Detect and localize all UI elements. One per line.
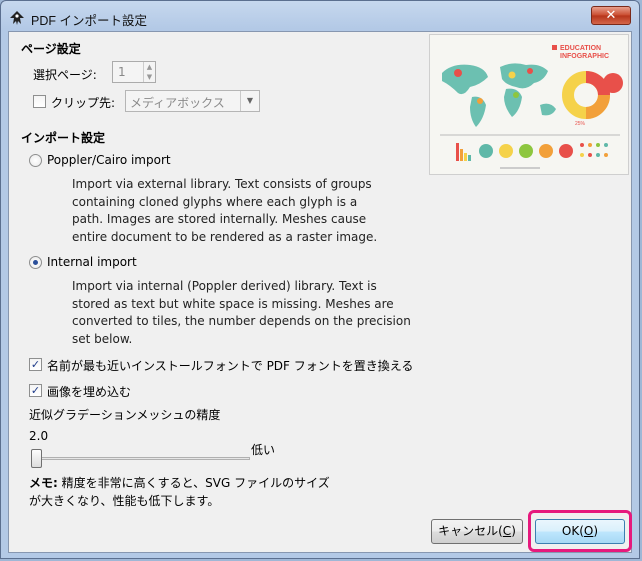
poppler-cairo-description: Import via external library. Text consis…	[72, 177, 378, 244]
mesh-precision-slider-track[interactable]	[32, 457, 250, 460]
replace-fonts-label: 名前が最も近いインストールフォントで PDF フォントを置き換える	[47, 359, 414, 373]
pdf-import-dialog: PDF インポート設定 ✕ ページ設定 選択ページ: 1 ▲ ▼ クリップ先: …	[0, 0, 640, 559]
embed-images-label: 画像を埋め込む	[47, 385, 132, 399]
spin-down-icon[interactable]: ▼	[144, 72, 155, 82]
poppler-cairo-radio[interactable]	[29, 154, 42, 167]
select-page-value: 1	[118, 65, 126, 79]
spinner-arrows[interactable]: ▲ ▼	[143, 62, 155, 82]
internal-import-description: Import via internal (Poppler derived) li…	[72, 279, 411, 346]
clip-to-checkbox[interactable]	[33, 95, 46, 108]
title-bar[interactable]: PDF インポート設定 ✕	[1, 1, 639, 33]
preview-heading-1: EDUCATION	[560, 45, 601, 52]
replace-fonts-checkbox[interactable]: ✓	[29, 358, 42, 371]
mesh-precision-level: 低い	[251, 443, 276, 457]
note-line2: が大きくなり、性能も低下します。	[29, 494, 220, 508]
page-settings-heading: ページ設定	[21, 42, 81, 56]
select-page-spinner[interactable]: 1 ▲ ▼	[112, 61, 156, 83]
mesh-precision-value: 2.0	[29, 429, 49, 443]
internal-import-label: Internal import	[47, 255, 137, 269]
preview-heading-2: INFOGRAPHIC	[560, 53, 609, 60]
poppler-cairo-label: Poppler/Cairo import	[47, 153, 171, 167]
infographic-preview-image: EDUCATION INFOGRAPHIC 25%	[430, 35, 628, 174]
cancel-button[interactable]: キャンセル(C)	[431, 519, 523, 544]
note-line1: 精度を非常に高くすると、SVG ファイルのサイズ	[57, 476, 330, 490]
note-text: メモ: 精度を非常に高くすると、SVG ファイルのサイズ	[29, 474, 330, 491]
embed-images-checkbox[interactable]: ✓	[29, 384, 42, 397]
checkmark-icon: ✓	[30, 358, 41, 371]
inkscape-app-icon	[10, 11, 24, 25]
close-icon: ✕	[605, 8, 617, 23]
mesh-precision-label: 近似グラデーションメッシュの精度	[29, 408, 221, 422]
internal-import-radio[interactable]	[29, 256, 42, 269]
ok-button[interactable]: OK(O)	[535, 519, 625, 544]
select-page-label: 選択ページ:	[33, 68, 97, 82]
checkmark-icon: ✓	[30, 384, 41, 397]
preview-percent: 25%	[575, 121, 586, 127]
close-button[interactable]: ✕	[591, 6, 631, 25]
note-label: メモ:	[29, 476, 58, 490]
clip-to-dropdown[interactable]: メディアボックス ▼	[125, 90, 260, 112]
clip-to-value: メディアボックス	[130, 96, 225, 110]
dialog-content: ページ設定 選択ページ: 1 ▲ ▼ クリップ先: メディアボックス ▼ インポ…	[8, 31, 632, 553]
clip-to-label: クリップ先:	[51, 96, 116, 110]
radio-selected-dot	[33, 260, 38, 265]
import-settings-heading: インポート設定	[21, 131, 106, 145]
pdf-preview: EDUCATION INFOGRAPHIC 25%	[429, 34, 629, 175]
spin-up-icon[interactable]: ▲	[144, 62, 155, 72]
window-title: PDF インポート設定	[31, 14, 147, 28]
mesh-precision-slider-thumb[interactable]	[31, 449, 42, 468]
chevron-down-icon[interactable]: ▼	[240, 91, 259, 111]
